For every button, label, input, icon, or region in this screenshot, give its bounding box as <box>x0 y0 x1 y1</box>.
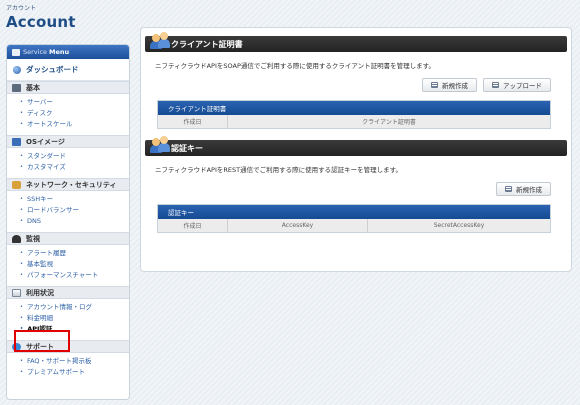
client-cert-table-header: 作成日 クライアント証明書 <box>158 115 550 128</box>
sidebar-item-load-balancer[interactable]: ロードバランサー <box>20 205 129 216</box>
sidebar-item-basic-monitoring[interactable]: 基本監視 <box>20 259 129 270</box>
column-created-date: 作成日 <box>158 219 228 232</box>
sidebar-item-ssh-key[interactable]: SSHキー <box>20 194 129 205</box>
list-icon <box>505 186 512 192</box>
network-security-icon <box>12 180 21 189</box>
client-cert-header: クライアント証明書 <box>145 32 567 52</box>
sidebar-item-dashboard[interactable]: ダッシュボード <box>7 59 129 81</box>
section-monitoring: 監視 <box>7 232 129 245</box>
column-secret-access-key: SecretAccessKey <box>433 222 485 229</box>
section-basic: 基本 <box>7 81 129 94</box>
auth-key-header: 認証キー <box>145 136 567 156</box>
monitoring-icon <box>12 234 21 243</box>
main-content-panel: クライアント証明書 ニフティクラウドAPIをSOAP通信でご利用する際に使用する… <box>140 27 572 272</box>
client-cert-new-label: 新規作成 <box>442 82 468 90</box>
section-basic-title: 基本 <box>26 83 40 92</box>
service-label: Service <box>23 48 48 56</box>
section-os-image-title: OSイメージ <box>26 137 65 146</box>
auth-key-description: ニフティクラウドAPIをREST通信でご利用する際に使用する認証キーを管理します… <box>155 166 402 174</box>
sidebar-item-performance-chart[interactable]: パフォーマンスチャート <box>20 270 129 281</box>
sidebar-item-premium-support[interactable]: プレミアムサポート <box>20 367 129 378</box>
section-os-image: OSイメージ <box>7 135 129 148</box>
upload-label: アップロード <box>503 82 542 90</box>
service-menu-header: Service Menu <box>7 45 129 59</box>
sidebar-item-disk[interactable]: ディスク <box>20 108 129 119</box>
sidebar-item-billing-details[interactable]: 料金明細 <box>20 313 129 324</box>
list-icon <box>492 82 499 88</box>
column-access-key: AccessKey <box>228 219 368 232</box>
dashboard-icon <box>13 65 21 74</box>
column-created-date: 作成日 <box>158 115 228 128</box>
auth-key-new-label: 新規作成 <box>516 186 542 194</box>
page-title: Account <box>6 13 76 31</box>
sidebar-item-dns[interactable]: DNS <box>20 216 129 227</box>
client-cert-table-title: クライアント証明書 <box>158 101 550 115</box>
upload-button[interactable]: アップロード <box>483 78 551 92</box>
page-header: アカウント Account <box>6 3 76 31</box>
menu-label: Menu <box>49 48 70 56</box>
auth-key-table-header: 作成日 AccessKey SecretAccessKey <box>158 219 550 232</box>
auth-key-table: 認証キー 作成日 AccessKey SecretAccessKey <box>157 204 551 233</box>
sidebar-item-customize[interactable]: カスタマイズ <box>20 162 129 173</box>
os-image-icon <box>12 137 21 146</box>
usage-icon <box>12 288 21 297</box>
header-small-label: アカウント <box>6 5 37 12</box>
sidebar-item-account-info-log[interactable]: アカウント情報・ログ <box>20 302 129 313</box>
section-support-title: サポート <box>26 342 54 351</box>
auth-key-new-button[interactable]: 新規作成 <box>496 182 551 196</box>
client-cert-description: ニフティクラウドAPIをSOAP通信でご利用する際に使用するクライアント証明書を… <box>155 62 435 70</box>
users-icon <box>150 135 170 153</box>
support-icon <box>12 342 21 351</box>
sidebar-item-server[interactable]: サーバー <box>20 97 129 108</box>
section-network-security-title: ネットワーク・セキュリティ <box>26 180 117 189</box>
section-monitoring-title: 監視 <box>26 234 40 243</box>
menu-icon <box>12 48 20 56</box>
client-cert-title: クライアント証明書 <box>171 39 243 49</box>
auth-key-table-title: 認証キー <box>158 205 550 219</box>
client-cert-new-button[interactable]: 新規作成 <box>422 78 477 92</box>
dashboard-label: ダッシュボード <box>26 65 79 74</box>
section-usage: 利用状況 <box>7 286 129 299</box>
auth-key-title: 認証キー <box>171 143 203 153</box>
sidebar-item-autoscale[interactable]: オートスケール <box>20 119 129 130</box>
section-usage-title: 利用状況 <box>26 288 54 297</box>
sidebar-item-alert-history[interactable]: アラート履歴 <box>20 248 129 259</box>
sidebar-item-standard[interactable]: スタンダード <box>20 151 129 162</box>
section-network-security: ネットワーク・セキュリティ <box>7 178 129 191</box>
users-icon <box>150 31 170 49</box>
section-support: サポート <box>7 340 129 353</box>
sidebar-item-api-auth[interactable]: API認証 <box>20 324 129 335</box>
sidebar-item-faq[interactable]: FAQ・サポート掲示板 <box>20 356 129 367</box>
service-menu-sidebar: Service Menu ダッシュボード 基本 サーバー ディスク オートスケー… <box>6 44 130 400</box>
column-client-cert: クライアント証明書 <box>362 119 416 126</box>
server-icon <box>12 83 21 92</box>
list-icon <box>431 82 438 88</box>
client-cert-table: クライアント証明書 作成日 クライアント証明書 <box>157 100 551 129</box>
